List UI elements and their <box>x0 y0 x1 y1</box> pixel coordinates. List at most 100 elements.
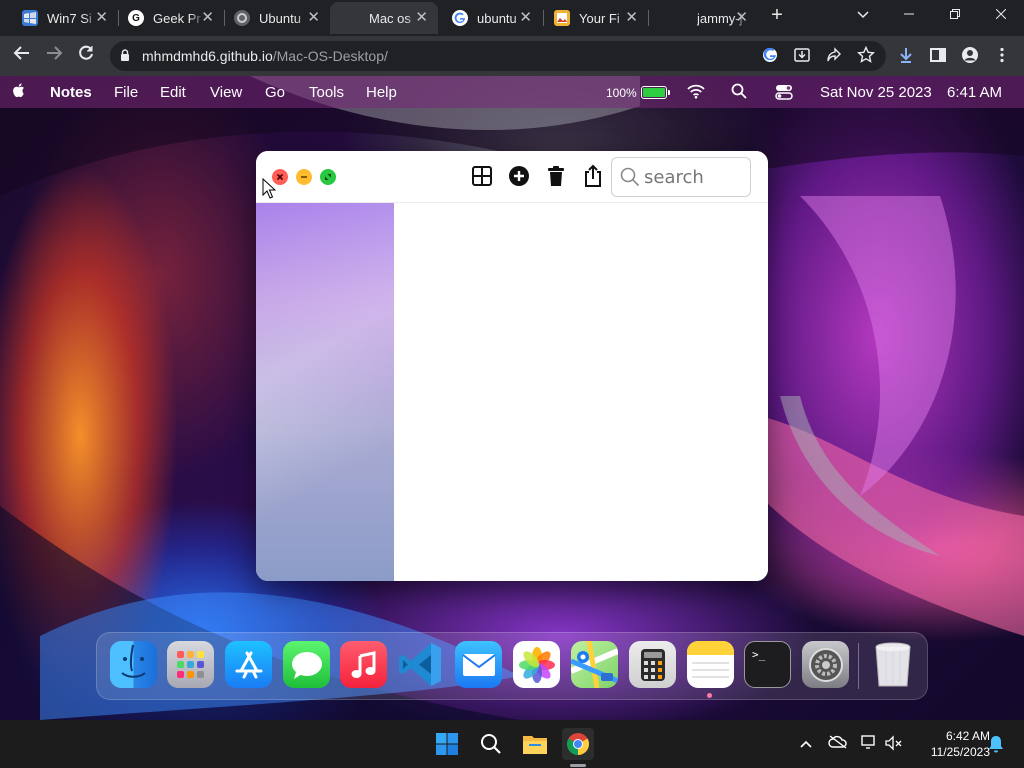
dock-music[interactable] <box>340 641 387 688</box>
menu-edit[interactable]: Edit <box>160 84 186 101</box>
battery-icon[interactable] <box>641 86 670 99</box>
dock-terminal[interactable]: >_ <box>744 641 791 688</box>
install-app-icon[interactable] <box>792 46 812 66</box>
tab-mac-os[interactable]: Mac os ✕ <box>330 2 438 34</box>
apple-logo-icon[interactable] <box>12 82 26 102</box>
network-icon[interactable] <box>860 735 880 754</box>
dock-notes[interactable] <box>687 641 734 688</box>
spotlight-search-icon[interactable] <box>731 83 747 103</box>
minimize-window-icon[interactable] <box>894 6 924 23</box>
google-lens-icon[interactable] <box>760 46 780 66</box>
dock-maps[interactable] <box>571 641 618 688</box>
tab-jammy[interactable]: jammy-j ✕ <box>658 2 758 34</box>
dock-trash[interactable] <box>869 641 916 688</box>
tab-close-icon[interactable]: ✕ <box>625 10 638 26</box>
dock-mail[interactable] <box>455 641 502 688</box>
notes-search-box[interactable] <box>611 157 751 197</box>
notes-running-indicator <box>707 693 712 698</box>
windows-start-icon[interactable] <box>431 728 463 760</box>
notes-sidebar[interactable] <box>256 203 394 581</box>
tab-close-icon[interactable]: ✕ <box>307 10 320 26</box>
vscode-icon <box>399 643 441 686</box>
tab-google-ubuntu[interactable]: ubuntu ✕ <box>438 2 542 34</box>
minimize-dash-icon <box>296 169 312 185</box>
share-note-button[interactable] <box>578 161 608 191</box>
launchpad-icon <box>176 650 204 678</box>
wifi-icon[interactable] <box>687 83 705 103</box>
dock-messages[interactable] <box>283 641 330 688</box>
new-note-button[interactable] <box>504 161 534 191</box>
notes-app-window <box>256 151 768 581</box>
notes-editor[interactable] <box>394 203 768 581</box>
chrome-menu-icon[interactable] <box>992 46 1012 66</box>
file-explorer-icon[interactable] <box>519 728 551 760</box>
extension-download-icon[interactable] <box>896 46 916 66</box>
dock-vscode[interactable] <box>397 641 444 688</box>
calculator-icon <box>640 648 665 681</box>
notification-bell-icon[interactable] <box>986 735 1006 756</box>
tab-win7[interactable]: Win7 Si ✕ <box>8 2 118 34</box>
chrome-taskbar-icon[interactable] <box>562 728 594 760</box>
notes-search-input[interactable] <box>644 166 744 188</box>
tab-ubuntu[interactable]: Ubuntu ✕ <box>220 2 330 34</box>
menu-app-name[interactable]: Notes <box>50 84 92 101</box>
new-tab-button[interactable]: + <box>762 4 792 27</box>
back-arrow-icon[interactable] <box>10 44 34 68</box>
messages-icon <box>291 651 322 679</box>
profile-avatar-icon[interactable] <box>960 46 980 66</box>
menu-help[interactable]: Help <box>366 84 397 101</box>
notes-titlebar <box>256 151 768 203</box>
menubar-time[interactable]: 6:41 AM <box>947 84 1002 101</box>
reload-icon[interactable] <box>74 44 98 68</box>
browser-tab-strip: Win7 Si ✕ G Geek Pr ✕ Ubuntu ✕ Mac os ✕ … <box>0 0 1024 36</box>
dock-app-store[interactable] <box>225 641 272 688</box>
windows-taskbar: 6:42 AM 11/25/2023 <box>0 720 1024 768</box>
window-minimize-button[interactable] <box>296 169 312 185</box>
bookmark-star-icon[interactable] <box>856 45 876 66</box>
forward-arrow-icon[interactable] <box>42 44 66 68</box>
add-circle-icon <box>509 166 529 186</box>
menu-go[interactable]: Go <box>265 84 285 101</box>
tab-title: Mac os <box>369 10 411 26</box>
address-bar[interactable]: mhmdmhd6.github.io/Mac-OS-Desktop/ <box>110 41 886 71</box>
tab-close-icon[interactable]: ✕ <box>415 10 428 26</box>
menu-view[interactable]: View <box>210 84 242 101</box>
taskbar-clock[interactable]: 6:42 AM 11/25/2023 <box>912 728 990 760</box>
dock-calculator[interactable] <box>629 641 676 688</box>
volume-muted-icon[interactable] <box>884 735 904 754</box>
share-icon <box>585 164 601 187</box>
tab-search-chevron-icon[interactable] <box>848 6 878 23</box>
dock-finder[interactable] <box>110 641 157 688</box>
battery-percent: 100% <box>606 86 637 100</box>
grid-view-button[interactable] <box>467 161 497 191</box>
close-window-icon[interactable] <box>986 6 1016 23</box>
side-panel-icon[interactable] <box>928 46 948 66</box>
menu-tools[interactable]: Tools <box>309 84 344 101</box>
tab-your-find[interactable]: Your Fi ✕ <box>540 2 648 34</box>
app-store-icon <box>235 651 262 678</box>
onedrive-offline-icon[interactable] <box>828 735 848 752</box>
gear-icon <box>808 647 843 682</box>
dock-photos[interactable] <box>513 641 560 688</box>
blank-favicon-icon <box>672 10 688 26</box>
menu-file[interactable]: File <box>114 84 138 101</box>
tab-close-icon[interactable]: ✕ <box>519 10 532 26</box>
tab-close-icon[interactable]: ✕ <box>201 10 214 26</box>
tab-geek[interactable]: G Geek Pr ✕ <box>114 2 224 34</box>
tab-close-icon[interactable]: ✕ <box>735 10 748 26</box>
mail-envelope-icon <box>461 653 496 676</box>
tab-close-icon[interactable]: ✕ <box>95 10 108 26</box>
delete-note-button[interactable] <box>541 161 571 191</box>
dock-divider <box>858 643 859 689</box>
dock-system-preferences[interactable] <box>802 641 849 688</box>
show-hidden-icons-chevron-icon[interactable] <box>796 735 816 751</box>
window-maximize-button[interactable] <box>320 169 336 185</box>
control-center-icon[interactable] <box>775 84 793 104</box>
taskbar-search-icon[interactable] <box>475 728 507 760</box>
dock-launchpad[interactable] <box>167 641 214 688</box>
browser-toolbar: mhmdmhd6.github.io/Mac-OS-Desktop/ <box>0 36 1024 76</box>
restore-window-icon[interactable] <box>940 6 970 23</box>
menubar-date[interactable]: Sat Nov 25 2023 <box>820 84 932 101</box>
search-icon <box>620 167 640 187</box>
share-page-icon[interactable] <box>824 46 844 66</box>
